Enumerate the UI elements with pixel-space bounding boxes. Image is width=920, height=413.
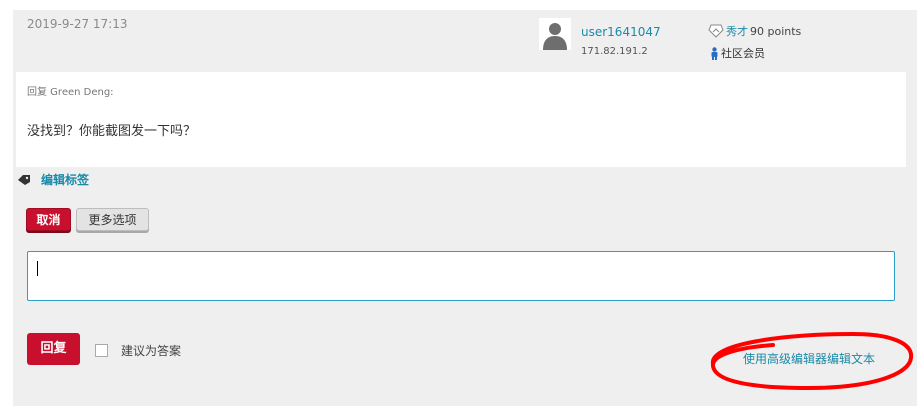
post-timestamp: 2019-9-27 17:13 [27,17,128,31]
member-person-icon [711,46,718,60]
user-ip: 171.82.191.2 [581,46,648,57]
reply-to-label: 回复 Green Deng: [27,87,114,98]
suggest-answer-checkbox[interactable] [95,344,108,357]
suggest-answer-row: 建议为答案 [95,342,181,359]
reply-panel: 2019-9-27 17:13 user1641047 171.82.191.2… [13,10,917,406]
message-body: 没找到？你能截图发一下吗？ [27,124,197,139]
avatar-silhouette-icon [539,18,571,50]
cancel-button[interactable]: 取消 [26,208,71,231]
reply-button[interactable]: 回复 [27,333,80,365]
quoted-message: 回复 Green Deng: 没找到？你能截图发一下吗？ [16,72,906,167]
edit-tags-link[interactable]: 编辑标签 [41,171,89,188]
more-options-button[interactable]: 更多选项 [76,208,149,231]
text-caret [37,261,38,276]
username-link[interactable]: user1641047 [581,25,661,39]
user-rank: 秀才 90 points [708,23,801,39]
reply-input[interactable] [27,251,895,301]
role-label: 社区会员 [721,47,765,60]
suggest-answer-label: 建议为答案 [121,344,182,358]
tag-icon [18,174,30,185]
rank-badge-icon [708,24,724,38]
tag-row: 编辑标签 [17,171,89,188]
rank-name-link[interactable]: 秀才 [726,23,748,39]
avatar[interactable] [539,18,571,50]
user-role: 社区会员 [710,45,765,61]
user-points: 90 points [750,24,802,38]
advanced-editor-link[interactable]: 使用高级编辑器编辑文本 [743,350,875,367]
